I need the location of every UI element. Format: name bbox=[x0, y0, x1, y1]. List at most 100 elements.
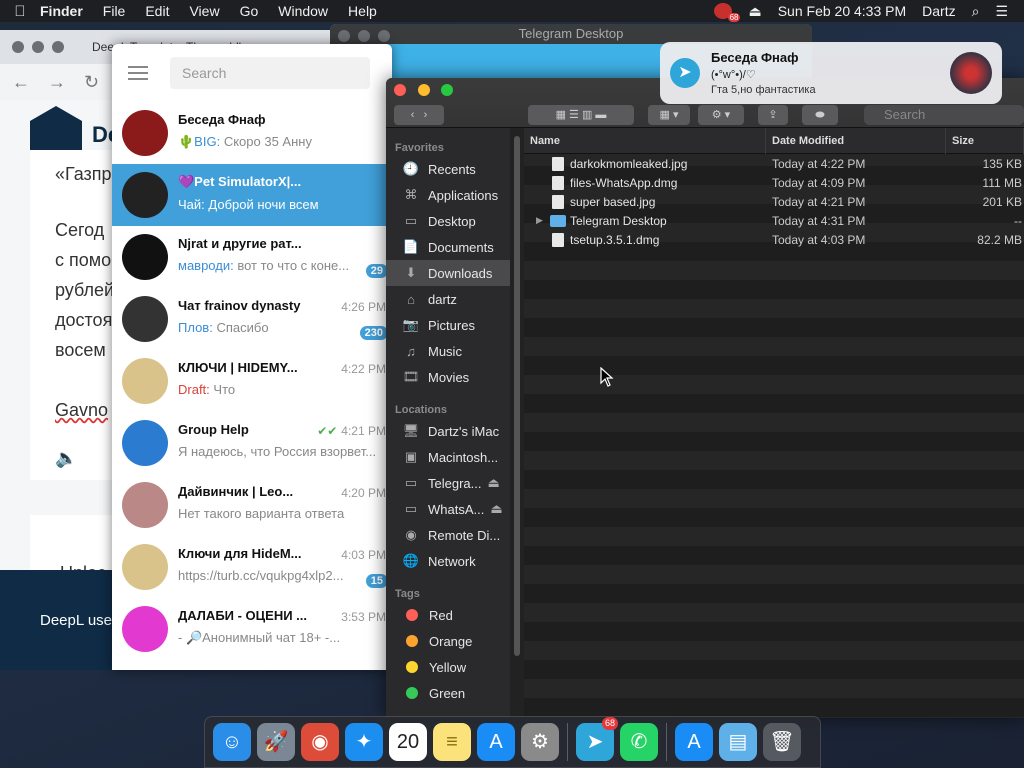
share-icon[interactable]: ⇪ bbox=[758, 105, 788, 125]
chat-preview: Плов: Спасибо bbox=[178, 320, 386, 335]
dock-safari-icon[interactable]: ✦ bbox=[345, 723, 383, 761]
spotlight-search-icon[interactable]: ⌕ bbox=[972, 3, 980, 20]
minimize-button[interactable] bbox=[417, 84, 430, 96]
menu-edit[interactable]: Edit bbox=[145, 3, 169, 19]
zoom-button[interactable] bbox=[378, 30, 390, 42]
file-row[interactable]: ▶ Telegram Desktop Today at 4:31 PM -- bbox=[524, 211, 1024, 230]
sidebar-item-label: dartz bbox=[428, 291, 457, 307]
menu-user[interactable]: Dartz bbox=[922, 3, 955, 19]
zoom-button[interactable] bbox=[441, 84, 454, 96]
dock-calendar-icon[interactable]: 20 bbox=[389, 723, 427, 761]
zoom-button[interactable] bbox=[52, 41, 64, 53]
hamburger-menu-icon[interactable] bbox=[128, 66, 148, 80]
chat-time: 4:26 PM bbox=[341, 300, 386, 314]
column-size[interactable]: Size bbox=[946, 127, 1024, 154]
chat-item[interactable]: 💜Pet SimulatorX|... Чай: Доброй ночи все… bbox=[112, 164, 392, 226]
menu-clock[interactable]: Sun Feb 20 4:33 PM bbox=[778, 3, 906, 19]
menu-app-name[interactable]: Finder bbox=[40, 3, 83, 19]
menu-file[interactable]: File bbox=[103, 3, 126, 19]
sidebar-item-label: Downloads bbox=[428, 265, 493, 281]
sidebar-item-music[interactable]: ♫ Music bbox=[386, 338, 510, 364]
menu-go[interactable]: Go bbox=[240, 3, 259, 19]
reload-icon[interactable]: ↻ bbox=[84, 72, 99, 93]
sidebar-item-desktop[interactable]: ▭ Desktop bbox=[386, 208, 510, 234]
eject-icon[interactable]: ⏏ bbox=[487, 475, 499, 491]
sidebar-item-remote-di[interactable]: ◉ Remote Di... bbox=[386, 522, 510, 548]
dock-downloads-stack-icon[interactable]: ▤ bbox=[719, 723, 757, 761]
sidebar-item-yellow[interactable]: Yellow bbox=[386, 654, 510, 680]
menu-window[interactable]: Window bbox=[278, 3, 328, 19]
back-forward-buttons[interactable]: ‹ › bbox=[394, 105, 444, 125]
dock-app-store-download-icon[interactable]: A bbox=[675, 723, 713, 761]
column-name[interactable]: Name bbox=[524, 127, 766, 154]
speaker-icon[interactable]: 🔈 bbox=[55, 448, 77, 469]
dock-finder-icon[interactable]: ☺ bbox=[213, 723, 251, 761]
file-row[interactable]: darkokmomleaked.jpg Today at 4:22 PM 135… bbox=[524, 154, 1024, 173]
view-mode-buttons[interactable]: ▦ ☰ ▥ ▬ bbox=[528, 105, 634, 125]
control-center-icon[interactable]: ☰ bbox=[995, 3, 1008, 20]
sidebar-scrollbar[interactable] bbox=[510, 128, 524, 718]
chat-item[interactable]: ДАЛАБИ - ОЦЕНИ ... - 🔎Анонимный чат 18+ … bbox=[112, 598, 392, 660]
eject-icon[interactable]: ⏏ bbox=[748, 3, 761, 20]
sidebar-item-telegra[interactable]: ▭ Telegra... ⏏ bbox=[386, 470, 510, 496]
dock-telegram-icon[interactable]: ➤ 68 bbox=[576, 717, 618, 761]
avatar bbox=[122, 234, 168, 280]
chat-item[interactable]: Беседа Фнаф 🌵BIG: Скоро 35 Анну bbox=[112, 102, 392, 164]
disclosure-triangle-icon[interactable]: ▶ bbox=[536, 215, 550, 226]
dock-notes-icon[interactable]: ≡ bbox=[433, 723, 471, 761]
sidebar-item-network[interactable]: 🌐 Network bbox=[386, 548, 510, 574]
dock-trash-icon[interactable]: 🗑 bbox=[763, 723, 801, 761]
dock-launchpad-icon[interactable]: 🚀 bbox=[257, 723, 295, 761]
chat-item[interactable]: Group Help Я надеюсь, что Россия взорвет… bbox=[112, 412, 392, 474]
sidebar-item-dartz-s-imac[interactable]: 🖥 Dartz's iMac bbox=[386, 418, 510, 444]
sidebar-item-dartz[interactable]: ⌂ dartz bbox=[386, 286, 510, 312]
group-by-button[interactable]: ▦ ▾ bbox=[648, 105, 690, 125]
sidebar-icon: ▭ bbox=[404, 475, 418, 490]
search-input[interactable]: Search bbox=[170, 57, 370, 89]
chat-message: Спасибо bbox=[216, 320, 269, 335]
search-input[interactable]: Search bbox=[864, 105, 1024, 125]
sidebar-item-whatsa[interactable]: ▭ WhatsA... ⏏ bbox=[386, 496, 510, 522]
close-button[interactable] bbox=[394, 84, 406, 96]
sidebar-item-pictures[interactable]: 📷 Pictures bbox=[386, 312, 510, 338]
column-date-modified[interactable]: Date Modified bbox=[766, 127, 946, 154]
chat-body: 💜Pet SimulatorX|... Чай: Доброй ночи все… bbox=[178, 164, 392, 226]
notification-banner[interactable]: ➤ Беседа Фнаф (•°w°•)/♡ Гта 5,но фантаст… bbox=[660, 42, 1002, 104]
sidebar-item-macintosh[interactable]: ▣ Macintosh... bbox=[386, 444, 510, 470]
dock-chrome-icon[interactable]: ◉ bbox=[301, 723, 339, 761]
menu-view[interactable]: View bbox=[189, 3, 219, 19]
dock-separator bbox=[567, 723, 568, 761]
minimize-button[interactable] bbox=[32, 41, 44, 53]
chat-item[interactable]: Чат frainov dynasty Плов: Спасибо 4:26 P… bbox=[112, 288, 392, 350]
file-row[interactable]: super based.jpg Today at 4:21 PM 201 KB bbox=[524, 192, 1024, 211]
chat-item[interactable]: Дайвинчик | Leo... Нет такого варианта о… bbox=[112, 474, 392, 536]
close-button[interactable] bbox=[338, 30, 350, 42]
dock-app-store-icon[interactable]: A bbox=[477, 723, 515, 761]
apple-icon[interactable]:  bbox=[0, 3, 40, 20]
telegram-status-icon[interactable]: 68 bbox=[714, 3, 741, 22]
file-row[interactable]: tsetup.3.5.1.dmg Today at 4:03 PM 82.2 M… bbox=[524, 230, 1024, 249]
minimize-button[interactable] bbox=[358, 30, 370, 42]
action-gear-icon[interactable]: ⚙ ▾ bbox=[698, 105, 744, 125]
menu-help[interactable]: Help bbox=[348, 3, 377, 19]
forward-arrow-icon[interactable]: → bbox=[48, 72, 66, 93]
sidebar-item-applications[interactable]: ⌘ Applications bbox=[386, 182, 510, 208]
eject-icon[interactable]: ⏏ bbox=[490, 501, 502, 517]
chat-item[interactable]: КЛЮЧИ | HIDEMY... Draft: Что 4:22 PM bbox=[112, 350, 392, 412]
back-arrow-icon[interactable]: ← bbox=[12, 72, 30, 93]
sidebar-item-recents[interactable]: 🕘 Recents bbox=[386, 156, 510, 182]
tags-icon[interactable]: ⬬ bbox=[802, 105, 838, 125]
close-button[interactable] bbox=[12, 41, 24, 53]
sidebar-item-movies[interactable]: 🎞 Movies bbox=[386, 364, 510, 390]
sidebar-item-green[interactable]: Green bbox=[386, 680, 510, 706]
chat-item[interactable]: Ключи для HideM... https://turb.cc/vqukp… bbox=[112, 536, 392, 598]
dock-whatsapp-icon[interactable]: ✆ bbox=[620, 723, 658, 761]
chat-time-text: 4:22 PM bbox=[341, 362, 386, 376]
dock-system-preferences-icon[interactable]: ⚙ bbox=[521, 723, 559, 761]
sidebar-item-red[interactable]: Red bbox=[386, 602, 510, 628]
sidebar-item-downloads[interactable]: ⬇ Downloads bbox=[386, 260, 510, 286]
chat-item[interactable]: Njrat и другие рат... мавроди: вот то чт… bbox=[112, 226, 392, 288]
sidebar-item-orange[interactable]: Orange bbox=[386, 628, 510, 654]
file-row[interactable]: files-WhatsApp.dmg Today at 4:09 PM 111 … bbox=[524, 173, 1024, 192]
sidebar-item-documents[interactable]: 📄 Documents bbox=[386, 234, 510, 260]
